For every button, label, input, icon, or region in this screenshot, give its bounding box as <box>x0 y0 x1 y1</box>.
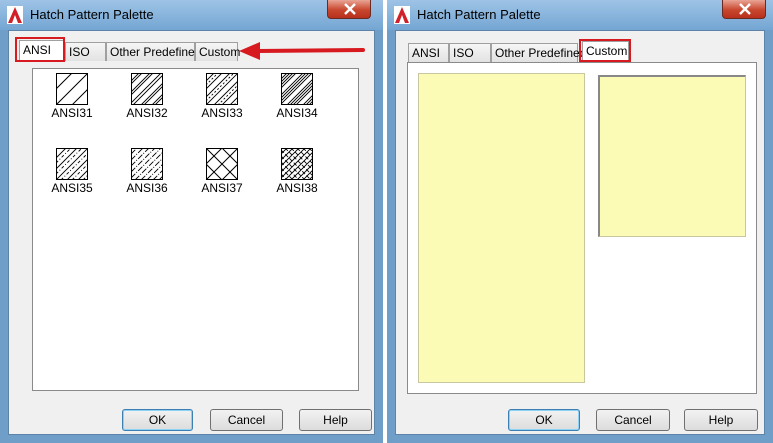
pattern-ansi32[interactable]: ANSI32 <box>117 73 177 120</box>
window-title: Hatch Pattern Palette <box>417 7 541 22</box>
hatch-ansi31-icon <box>56 73 88 105</box>
pattern-ansi36[interactable]: ANSI36 <box>117 148 177 195</box>
tab-label: ANSI <box>23 43 52 57</box>
tab-custom[interactable]: Custom <box>195 42 241 61</box>
dialog-client: ANSI ISO Other Predefined Custom OK Canc… <box>395 30 765 435</box>
autocad-logo-icon <box>394 6 410 24</box>
hatch-ansi32-icon <box>131 73 163 105</box>
hatch-palette-dialog-right: Hatch Pattern Palette ANSI ISO Other Pre… <box>387 0 773 443</box>
cancel-button[interactable]: Cancel <box>210 409 283 431</box>
ok-button[interactable]: OK <box>508 409 580 431</box>
pattern-label: ANSI36 <box>126 181 168 195</box>
title-bar[interactable]: Hatch Pattern Palette <box>0 0 383 30</box>
pattern-preview <box>598 75 746 237</box>
tab-label: Custom <box>199 45 241 59</box>
pattern-label: ANSI34 <box>276 106 318 120</box>
hatch-palette-dialog-left: Hatch Pattern Palette ANSI ISO Other Pre… <box>0 0 383 443</box>
pattern-ansi37[interactable]: ANSI37 <box>192 148 252 195</box>
tab-label: ANSI <box>412 46 441 60</box>
tab-label: ISO <box>69 45 90 59</box>
tab-label: Custom <box>586 44 628 58</box>
pattern-label: ANSI35 <box>51 181 93 195</box>
tab-label: ISO <box>453 46 474 60</box>
tab-other-predefined[interactable]: Other Predefined <box>106 42 201 61</box>
close-button[interactable] <box>722 0 766 19</box>
tab-label: Other Predefined <box>110 45 202 59</box>
close-icon <box>344 3 356 15</box>
tab-iso[interactable]: ISO <box>65 42 106 61</box>
close-icon <box>739 3 751 15</box>
pattern-ansi38[interactable]: ANSI38 <box>267 148 327 195</box>
pattern-ansi31[interactable]: ANSI31 <box>42 73 102 120</box>
pattern-label: ANSI38 <box>276 181 318 195</box>
ok-button[interactable]: OK <box>122 409 193 431</box>
pattern-label: ANSI37 <box>201 181 243 195</box>
tab-iso[interactable]: ISO <box>449 43 491 62</box>
window-title: Hatch Pattern Palette <box>30 7 154 22</box>
tab-ansi[interactable]: ANSI <box>19 40 65 61</box>
pattern-label: ANSI33 <box>201 106 243 120</box>
hatch-ansi36-icon <box>131 148 163 180</box>
autocad-logo-icon <box>7 6 23 24</box>
pattern-ansi33[interactable]: ANSI33 <box>192 73 252 120</box>
tab-label: Other Predefined <box>495 46 587 60</box>
custom-pattern-panel <box>407 62 757 394</box>
help-button[interactable]: Help <box>299 409 372 431</box>
dialog-client: ANSI ISO Other Predefined Custom ANSI31 <box>8 30 375 435</box>
tab-custom[interactable]: Custom <box>582 41 629 62</box>
pattern-ansi35[interactable]: ANSI35 <box>42 148 102 195</box>
pattern-grid: ANSI31 ANSI32 ANSI33 ANSI34 ANSI35 ANSI3… <box>32 68 359 391</box>
hatch-ansi38-icon <box>281 148 313 180</box>
hatch-ansi33-icon <box>206 73 238 105</box>
cancel-button[interactable]: Cancel <box>596 409 670 431</box>
help-button[interactable]: Help <box>684 409 758 431</box>
hatch-ansi35-icon <box>56 148 88 180</box>
annotation-arrow-icon <box>239 42 365 60</box>
hatch-ansi37-icon <box>206 148 238 180</box>
pattern-label: ANSI31 <box>51 106 93 120</box>
hatch-ansi34-icon <box>281 73 313 105</box>
tab-other-predefined[interactable]: Other Predefined <box>491 43 586 62</box>
pattern-ansi34[interactable]: ANSI34 <box>267 73 327 120</box>
close-button[interactable] <box>327 0 371 19</box>
title-bar[interactable]: Hatch Pattern Palette <box>387 0 773 30</box>
tab-ansi[interactable]: ANSI <box>408 43 449 62</box>
custom-pattern-list[interactable] <box>418 73 585 383</box>
pattern-label: ANSI32 <box>126 106 168 120</box>
